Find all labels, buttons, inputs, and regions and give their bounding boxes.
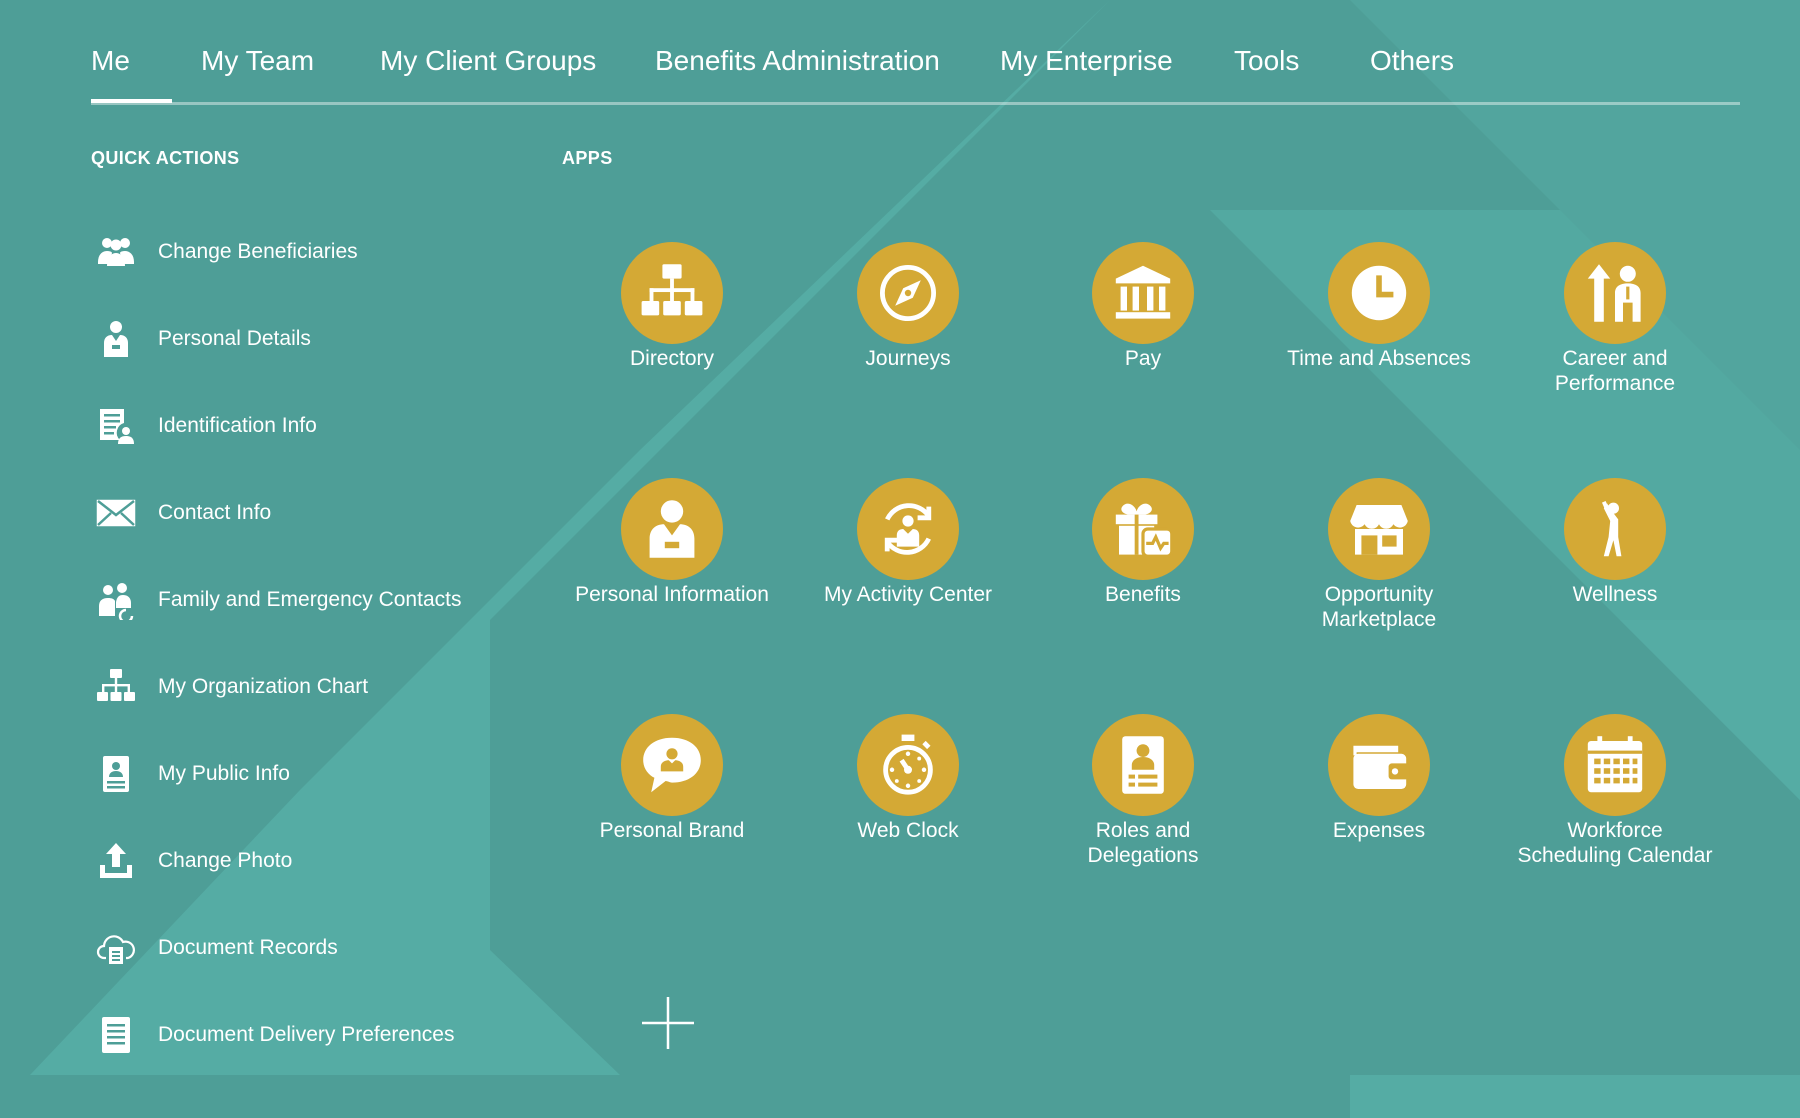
plus-icon xyxy=(642,997,694,1049)
org-chart-icon xyxy=(621,242,723,344)
quick-action-label: My Organization Chart xyxy=(158,675,369,698)
app-label: Benefits xyxy=(1105,583,1181,606)
app-label: Workforce Scheduling Calendar xyxy=(1517,819,1713,867)
id-document-icon xyxy=(96,404,148,448)
tab-my-client-groups[interactable]: My Client Groups xyxy=(380,40,596,102)
app-personal-brand[interactable]: Personal Brand xyxy=(572,714,772,843)
app-label: Time and Absences xyxy=(1287,347,1471,370)
quick-action-label: My Public Info xyxy=(158,762,290,785)
app-journeys[interactable]: Journeys xyxy=(808,242,1008,371)
tab-tools[interactable]: Tools xyxy=(1234,40,1299,102)
badge-card-icon xyxy=(1092,714,1194,816)
quick-action-label: Document Records xyxy=(158,936,338,959)
envelope-icon xyxy=(96,491,148,535)
career-growth-icon xyxy=(1564,242,1666,344)
app-label: Wellness xyxy=(1572,583,1658,606)
app-career-and-performance[interactable]: Career and Performance xyxy=(1515,242,1715,396)
top-navigation: Me My Team My Client Groups Benefits Adm… xyxy=(91,40,1740,105)
app-label: Roles and Delegations xyxy=(1087,819,1199,867)
tab-my-enterprise[interactable]: My Enterprise xyxy=(1000,40,1173,102)
upload-icon xyxy=(96,839,148,883)
calendar-icon xyxy=(1564,714,1666,816)
cloud-document-icon xyxy=(96,926,148,970)
app-label: My Activity Center xyxy=(823,583,993,606)
gift-health-icon xyxy=(1092,478,1194,580)
family-contacts-icon xyxy=(96,578,148,622)
quick-action-label: Personal Details xyxy=(158,327,311,350)
app-label: Personal Brand xyxy=(599,819,745,842)
quick-action-change-beneficiaries[interactable]: Change Beneficiaries xyxy=(96,222,516,282)
clock-icon xyxy=(1328,242,1430,344)
quick-action-label: Document Delivery Preferences xyxy=(158,1023,455,1046)
tab-others[interactable]: Others xyxy=(1370,40,1454,102)
app-workforce-scheduling-calendar[interactable]: Workforce Scheduling Calendar xyxy=(1515,714,1715,868)
app-opportunity-marketplace[interactable]: Opportunity Marketplace xyxy=(1279,478,1479,632)
storefront-icon xyxy=(1328,478,1430,580)
app-directory[interactable]: Directory xyxy=(572,242,772,371)
org-chart-icon xyxy=(96,665,148,709)
activity-cycle-icon xyxy=(857,478,959,580)
add-app-button[interactable] xyxy=(640,995,696,1051)
app-label: Pay xyxy=(1124,347,1162,370)
app-time-and-absences[interactable]: Time and Absences xyxy=(1279,242,1479,371)
quick-action-label: Change Beneficiaries xyxy=(158,240,358,263)
quick-actions-heading: QUICK ACTIONS xyxy=(91,148,240,168)
quick-action-document-delivery-preferences[interactable]: Document Delivery Preferences xyxy=(96,1005,516,1065)
app-web-clock[interactable]: Web Clock xyxy=(808,714,1008,843)
stretching-person-icon xyxy=(1564,478,1666,580)
stopwatch-icon xyxy=(857,714,959,816)
app-roles-and-delegations[interactable]: Roles and Delegations xyxy=(1043,714,1243,868)
app-personal-information[interactable]: Personal Information xyxy=(572,478,772,607)
quick-action-label: Family and Emergency Contacts xyxy=(158,588,462,611)
quick-action-my-public-info[interactable]: My Public Info xyxy=(96,744,516,804)
quick-action-my-organization-chart[interactable]: My Organization Chart xyxy=(96,657,516,717)
app-label: Personal Information xyxy=(575,583,769,606)
app-label: Web Clock xyxy=(857,819,959,842)
quick-action-label: Contact Info xyxy=(158,501,272,524)
person-badge-icon xyxy=(621,478,723,580)
active-tab-indicator xyxy=(91,99,172,103)
quick-action-document-records[interactable]: Document Records xyxy=(96,918,516,978)
app-label: Expenses xyxy=(1332,819,1426,842)
app-label: Career and Performance xyxy=(1554,347,1676,395)
bank-icon xyxy=(1092,242,1194,344)
quick-action-contact-info[interactable]: Contact Info xyxy=(96,483,516,543)
tab-benefits-administration[interactable]: Benefits Administration xyxy=(655,40,940,102)
quick-action-personal-details[interactable]: Personal Details xyxy=(96,309,516,369)
quick-action-change-photo[interactable]: Change Photo xyxy=(96,831,516,891)
app-pay[interactable]: Pay xyxy=(1043,242,1243,371)
speech-bubble-person-icon xyxy=(621,714,723,816)
quick-action-identification-info[interactable]: Identification Info xyxy=(96,396,516,456)
apps-heading: APPS xyxy=(562,148,613,168)
app-label: Directory xyxy=(629,347,714,370)
app-label: Journeys xyxy=(865,347,951,370)
person-badge-icon xyxy=(96,317,148,361)
wallet-icon xyxy=(1328,714,1430,816)
document-list-icon xyxy=(96,1013,148,1057)
quick-action-family-emergency-contacts[interactable]: Family and Emergency Contacts xyxy=(96,570,516,630)
app-label: Opportunity Marketplace xyxy=(1321,583,1437,631)
app-my-activity-center[interactable]: My Activity Center xyxy=(808,478,1008,607)
quick-action-label: Identification Info xyxy=(158,414,317,437)
app-expenses[interactable]: Expenses xyxy=(1279,714,1479,843)
people-group-icon xyxy=(96,230,148,274)
tab-my-team[interactable]: My Team xyxy=(201,40,314,102)
quick-action-label: Change Photo xyxy=(158,849,293,872)
app-wellness[interactable]: Wellness xyxy=(1515,478,1715,607)
tab-me[interactable]: Me xyxy=(91,40,130,102)
public-info-icon xyxy=(96,752,148,796)
compass-icon xyxy=(857,242,959,344)
app-benefits[interactable]: Benefits xyxy=(1043,478,1243,607)
